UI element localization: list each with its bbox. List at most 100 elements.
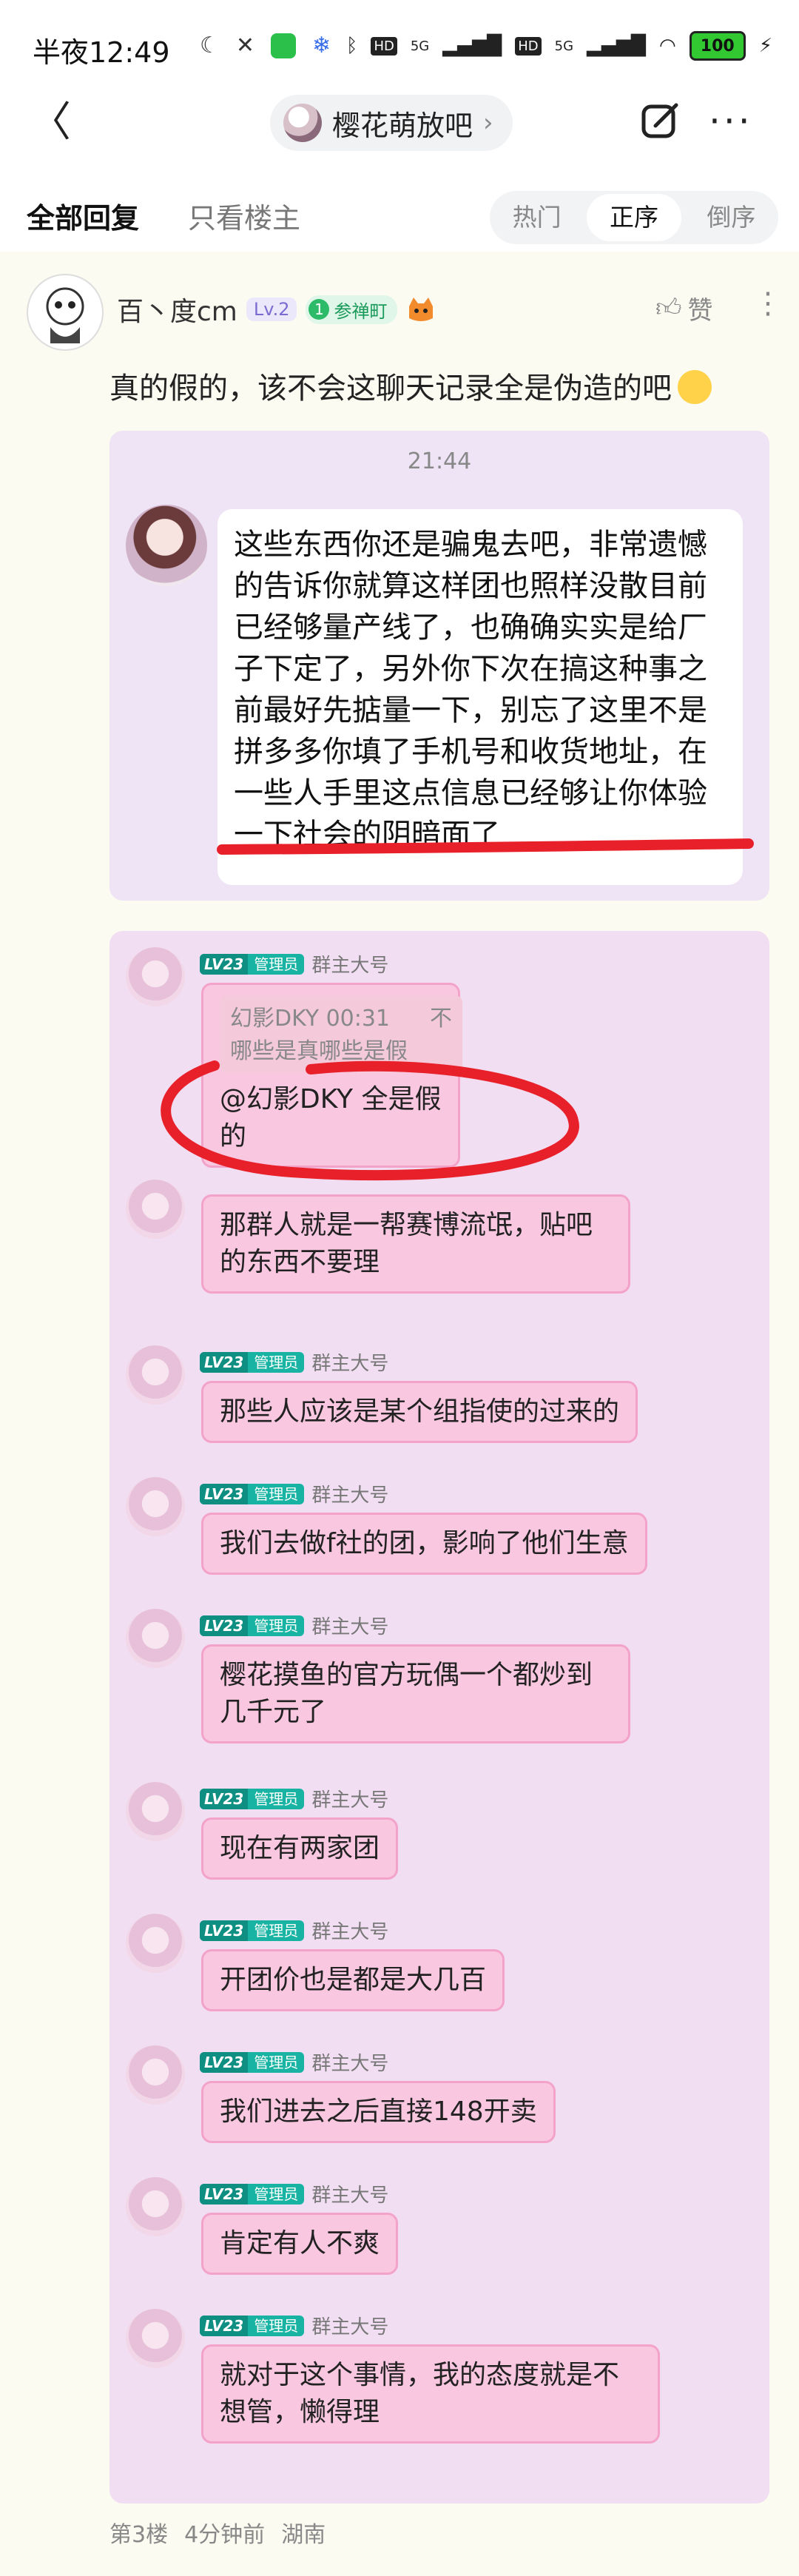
cat-badge-icon bbox=[409, 297, 434, 321]
chat-message-text: 那群人就是一帮赛博流氓，贴吧的东西不要理 bbox=[220, 1210, 593, 1277]
group-title: 群主大号 bbox=[311, 955, 389, 977]
chat-avatar bbox=[126, 1477, 185, 1536]
signal-icon: ▂▄▆█ bbox=[442, 35, 502, 57]
chevron-right-icon: › bbox=[483, 108, 493, 138]
chat-bubble: 开团价也是都是大几百 bbox=[201, 1949, 505, 2011]
chat-bubble: 这些东西你还是骗鬼去吧，非常遗憾的告诉你就算这样团也照样没散目前已经够量产线了，… bbox=[218, 509, 743, 885]
back-button[interactable]: 〈 bbox=[30, 99, 71, 147]
avatar[interactable] bbox=[27, 274, 104, 351]
chat-message-text: 我们去做f社的团，影响了他们生意 bbox=[220, 1528, 629, 1558]
chat-avatar bbox=[126, 947, 185, 1006]
level-role-badge: LV23 管理员 bbox=[200, 2183, 305, 2205]
wechat-icon bbox=[271, 33, 297, 58]
forum-name: 樱花萌放吧 bbox=[332, 109, 473, 142]
chat-message-text: 那些人应该是某个组指使的过来的 bbox=[220, 1396, 620, 1427]
thumbs-up-icon: 👍︎ bbox=[655, 293, 682, 323]
chat-avatar bbox=[126, 1914, 185, 1973]
member-tag: LV23 管理员 群主大号 bbox=[200, 2048, 388, 2076]
level-badge: Lv.2 bbox=[246, 297, 297, 321]
sort-segment: 热门 正序 倒序 bbox=[490, 191, 778, 244]
nav-bar: 〈 樱花萌放吧 › ··· bbox=[0, 89, 799, 160]
like-label: 赞 bbox=[687, 296, 713, 326]
chat-screenshot-image-1[interactable]: 21:44 这些东西你还是骗鬼去吧，非常遗憾的告诉你就算这样团也照样没散目前已经… bbox=[109, 431, 769, 901]
level-role-badge: LV23 管理员 bbox=[200, 1615, 305, 1636]
sort-hot[interactable]: 热门 bbox=[490, 194, 584, 241]
reply-location: 湖南 bbox=[281, 2522, 326, 2548]
forum-name-button[interactable]: 樱花萌放吧 › bbox=[270, 95, 513, 151]
chat-timestamp: 21:44 bbox=[407, 448, 472, 474]
quote-extra: 不 bbox=[430, 1006, 452, 1032]
chat-bubble: 肯定有人不爽 bbox=[201, 2213, 399, 2275]
charging-icon: ⚡ bbox=[758, 35, 772, 57]
moon-icon: ☾ bbox=[200, 33, 220, 58]
chat-message-row: LV23 管理员 群主大号 幻影DKY 00:31 不 哪些是真哪些是假 @幻影DK… bbox=[109, 947, 769, 1168]
level-role-badge: LV23 管理员 bbox=[200, 1920, 305, 1941]
reply-text-body: 真的假的，该不会这聊天记录全是伪造的吧 bbox=[109, 371, 672, 406]
edit-icon[interactable] bbox=[638, 99, 682, 144]
reply-header: 百丶度cm Lv.2 1 参禅町 👍︎ 赞 ⋮ bbox=[27, 274, 783, 355]
chat-message-text: 樱花摸鱼的官方玩偶一个都炒到几千元了 bbox=[220, 1660, 593, 1727]
group-title: 群主大号 bbox=[311, 2185, 389, 2207]
chat-message-text: 开团价也是都是大几百 bbox=[220, 1965, 487, 1995]
sort-descending[interactable]: 倒序 bbox=[684, 194, 778, 241]
tab-all-replies[interactable]: 全部回复 bbox=[27, 195, 139, 236]
more-vertical-icon[interactable]: ⋮ bbox=[753, 289, 783, 318]
level-role-badge: LV23 管理员 bbox=[200, 953, 305, 975]
status-bar: 半夜12:49 ☾ ✕ ❄ ᛒ HD 5G ▂▄▆█ HD 5G ▂▄▆█ ◠ … bbox=[0, 0, 799, 89]
member-tag: LV23 管理员 群主大号 bbox=[200, 2180, 388, 2207]
chat-avatar bbox=[126, 2045, 185, 2105]
chat-bubble: 我们进去之后直接148开卖 bbox=[201, 2081, 556, 2143]
signal-icon: ▂▄▆█ bbox=[587, 35, 647, 57]
bluetooth-icon: ᛒ bbox=[345, 35, 358, 57]
chat-avatar bbox=[126, 2177, 185, 2236]
like-button[interactable]: 👍︎ 赞 bbox=[655, 290, 713, 326]
title-badge: 1 参禅町 bbox=[306, 295, 398, 324]
network-gen-2: 5G bbox=[554, 38, 574, 54]
chat-avatar bbox=[126, 1782, 185, 1841]
chat-avatar bbox=[126, 1345, 185, 1405]
network-hd-1: HD bbox=[371, 36, 397, 56]
chat-bubble: 那群人就是一帮赛博流氓，贴吧的东西不要理 bbox=[201, 1194, 630, 1294]
filter-bar: 全部回复 只看楼主 热门 正序 倒序 bbox=[0, 175, 799, 249]
status-time: 半夜12:49 bbox=[33, 36, 170, 69]
group-title: 群主大号 bbox=[311, 1484, 389, 1507]
member-tag: LV23 管理员 群主大号 bbox=[200, 1480, 388, 1507]
reply-content: 百丶度cm Lv.2 1 参禅町 👍︎ 赞 ⋮ 真的假的，该不会这聊天记录全是伪… bbox=[0, 252, 799, 2576]
group-title: 群主大号 bbox=[311, 2053, 389, 2075]
level-role-badge: LV23 管理员 bbox=[200, 2051, 305, 2073]
title-badge-label: 参禅町 bbox=[334, 300, 388, 322]
tab-host-only[interactable]: 只看楼主 bbox=[188, 195, 300, 236]
network-gen-1: 5G bbox=[410, 38, 430, 54]
more-icon[interactable]: ··· bbox=[709, 99, 753, 144]
username[interactable]: 百丶度cm bbox=[117, 290, 237, 329]
member-tag: LV23 管理员 群主大号 bbox=[200, 2312, 388, 2339]
member-tag: LV23 管理员 群主大号 bbox=[200, 950, 388, 978]
status-left-icons: ☾ ✕ ❄ bbox=[200, 33, 331, 58]
quoted-message: 幻影DKY 00:31 不 哪些是真哪些是假 bbox=[220, 995, 462, 1072]
member-tag: LV23 管理员 群主大号 bbox=[200, 1348, 388, 1376]
chat-screenshot-image-2[interactable]: LV23 管理员 群主大号 幻影DKY 00:31 不 哪些是真哪些是假 @幻影DK… bbox=[109, 931, 769, 2503]
chat-bubble: 我们去做f社的团，影响了他们生意 bbox=[201, 1513, 647, 1575]
grimace-emoji-icon bbox=[678, 370, 712, 404]
chat-message-text: @幻影DKY 全是假的 bbox=[220, 1084, 442, 1151]
level-role-badge: LV23 管理员 bbox=[200, 1483, 305, 1504]
snowflake-icon: ❄ bbox=[312, 33, 331, 58]
title-badge-number: 1 bbox=[309, 299, 330, 320]
chat-message-text: 我们进去之后直接148开卖 bbox=[220, 2096, 537, 2127]
group-title: 群主大号 bbox=[311, 1616, 389, 1638]
level-role-badge: LV23 管理员 bbox=[200, 1351, 305, 1373]
chat-avatar bbox=[126, 2309, 185, 2368]
chat-message-text: 就对于这个事情，我的态度就是不想管，懒得理 bbox=[220, 2360, 620, 2427]
chat-avatar bbox=[126, 505, 207, 586]
chat-avatar bbox=[126, 1180, 185, 1239]
sort-ascending[interactable]: 正序 bbox=[587, 194, 681, 241]
chat-message-text: 肯定有人不爽 bbox=[220, 2228, 380, 2259]
mute-icon: ✕ bbox=[235, 33, 255, 58]
floor-number: 第3楼 bbox=[109, 2522, 169, 2548]
member-tag: LV23 管理员 群主大号 bbox=[200, 1785, 388, 1812]
chat-message: 这些东西你还是骗鬼去吧，非常遗憾的告诉你就算这样团也照样没散目前已经够量产线了，… bbox=[234, 528, 707, 852]
chat-bubble: 现在有两家团 bbox=[201, 1817, 399, 1880]
network-hd-2: HD bbox=[515, 36, 542, 56]
chat-bubble: 樱花摸鱼的官方玩偶一个都炒到几千元了 bbox=[201, 1644, 630, 1743]
forum-avatar bbox=[283, 104, 322, 142]
